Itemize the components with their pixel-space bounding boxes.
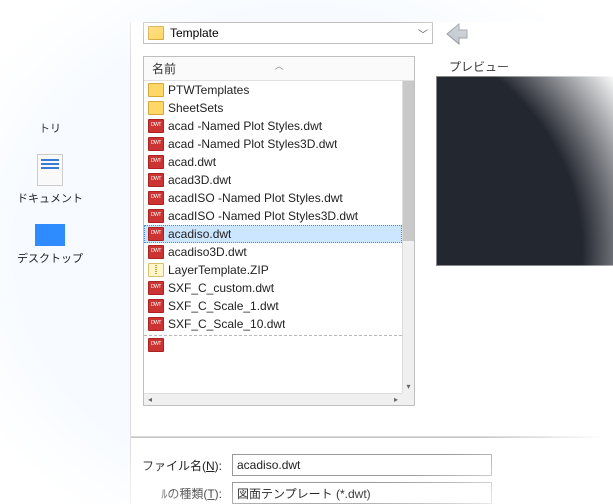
dwt-icon — [148, 173, 164, 187]
list-item[interactable]: SXF_C_custom.dwt — [144, 279, 402, 297]
place-history-partial[interactable]: トリ — [10, 120, 90, 136]
dwt-icon — [148, 209, 164, 223]
dwt-icon — [148, 137, 164, 151]
file-name: acad.dwt — [168, 155, 216, 169]
list-item[interactable]: acad -Named Plot Styles3D.dwt — [144, 135, 402, 153]
dwt-icon — [148, 119, 164, 133]
file-name: acad -Named Plot Styles3D.dwt — [168, 137, 337, 151]
places-panel: トリ ドキュメント デスクトップ — [10, 120, 90, 284]
dwt-icon — [148, 281, 164, 295]
filetype-label: ﾙの種類(T): — [137, 485, 232, 502]
dwt-icon — [148, 338, 164, 352]
file-name: SXF_C_Scale_1.dwt — [168, 299, 279, 313]
dwt-icon — [148, 299, 164, 313]
list-item[interactable]: acad3D.dwt — [144, 171, 402, 189]
column-header-name[interactable]: 名前 ︿ — [144, 57, 414, 81]
filetype-select[interactable]: 図面テンプレート (*.dwt) — [232, 482, 492, 504]
preview-pane — [436, 76, 613, 266]
list-item[interactable]: SheetSets — [144, 99, 402, 117]
sort-indicator-icon: ︿ — [274, 59, 283, 72]
folder-icon — [148, 26, 164, 40]
file-name: acad3D.dwt — [168, 173, 231, 187]
preview-label: プレビュー — [449, 58, 509, 75]
list-item[interactable]: acadiso3D.dwt — [144, 243, 402, 261]
dwt-icon — [148, 245, 164, 259]
chevron-down-icon: ﹀ — [418, 26, 428, 41]
file-name: SXF_C_custom.dwt — [168, 281, 274, 295]
file-name: LayerTemplate.ZIP — [168, 263, 269, 277]
path-text: Template — [170, 26, 219, 40]
dwt-icon — [148, 191, 164, 205]
filename-label: ファイル名(N): — [137, 457, 232, 474]
list-item[interactable]: acad -Named Plot Styles.dwt — [144, 117, 402, 135]
scroll-right-icon[interactable]: ▸ — [390, 394, 402, 406]
list-item[interactable]: acadISO -Named Plot Styles3D.dwt — [144, 207, 402, 225]
dwt-icon — [148, 155, 164, 169]
file-name: SheetSets — [168, 101, 223, 115]
file-name: acadiso3D.dwt — [168, 245, 247, 259]
file-name: acadiso.dwt — [168, 227, 231, 241]
file-name: PTWTemplates — [168, 83, 249, 97]
back-button[interactable] — [443, 20, 471, 48]
scroll-thumb[interactable] — [403, 81, 414, 241]
filename-row: ファイル名(N): — [137, 454, 492, 476]
separator — [131, 436, 613, 438]
list-item[interactable]: LayerTemplate.ZIP — [144, 261, 402, 279]
file-dialog: Template ﹀ 名前 ︿ PTWTemplates SheetSets aca… — [130, 22, 613, 504]
desktop-icon — [35, 224, 65, 246]
file-name: acadISO -Named Plot Styles.dwt — [168, 191, 343, 205]
file-name: SXF_C_Scale_10.dwt — [168, 317, 285, 331]
vertical-scrollbar[interactable]: ▾ — [402, 81, 414, 393]
folder-icon — [148, 101, 164, 115]
zip-icon — [148, 263, 164, 277]
place-desktop[interactable]: デスクトップ — [10, 224, 90, 266]
file-list-box: 名前 ︿ PTWTemplates SheetSets acad -Named Pl… — [143, 56, 415, 406]
folder-icon — [148, 83, 164, 97]
path-dropdown[interactable]: Template ﹀ — [143, 22, 433, 44]
file-name: acadISO -Named Plot Styles3D.dwt — [168, 209, 358, 223]
file-list[interactable]: PTWTemplates SheetSets acad -Named Plot St… — [144, 81, 402, 393]
list-item[interactable]: acad.dwt — [144, 153, 402, 171]
list-item[interactable]: SXF_C_Scale_10.dwt — [144, 315, 402, 333]
horizontal-scrollbar[interactable]: ◂ ▸ — [144, 393, 402, 405]
dwt-icon — [148, 227, 164, 241]
file-name: acad -Named Plot Styles.dwt — [168, 119, 322, 133]
list-item[interactable]: acadiso.dwt — [144, 225, 402, 243]
document-icon — [37, 154, 63, 186]
dwt-icon — [148, 317, 164, 331]
list-item-truncated — [144, 335, 402, 353]
scroll-left-icon[interactable]: ◂ — [144, 394, 156, 406]
filename-input[interactable] — [232, 454, 492, 476]
scroll-down-icon[interactable]: ▾ — [403, 381, 414, 393]
list-item[interactable]: PTWTemplates — [144, 81, 402, 99]
list-item[interactable]: SXF_C_Scale_1.dwt — [144, 297, 402, 315]
place-documents[interactable]: ドキュメント — [10, 154, 90, 206]
filetype-row: ﾙの種類(T): 図面テンプレート (*.dwt) — [137, 482, 492, 504]
list-item[interactable]: acadISO -Named Plot Styles.dwt — [144, 189, 402, 207]
